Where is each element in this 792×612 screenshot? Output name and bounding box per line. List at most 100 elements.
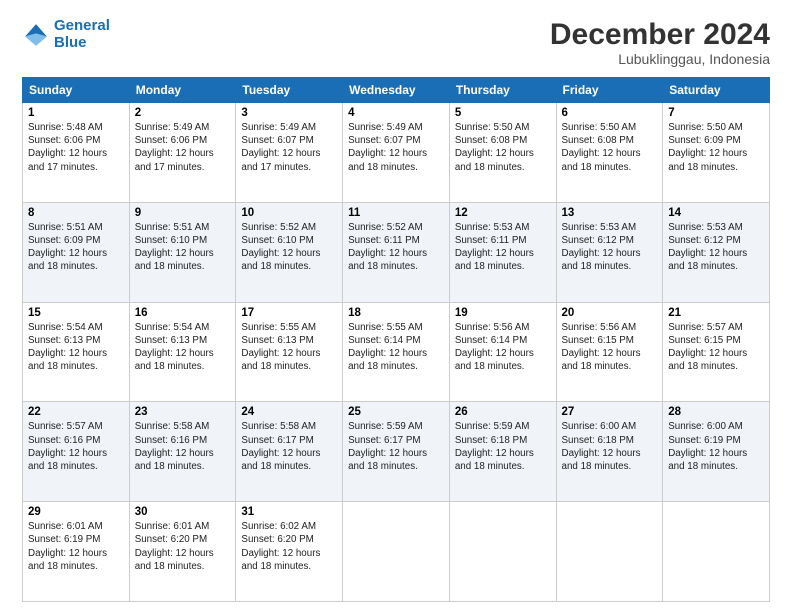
day-info: Sunrise: 5:57 AM Sunset: 6:15 PM Dayligh… (668, 321, 764, 374)
day-number: 20 (562, 307, 658, 319)
day-number: 7 (668, 107, 764, 119)
day-info: Sunrise: 5:50 AM Sunset: 6:08 PM Dayligh… (455, 121, 551, 174)
day-number: 19 (455, 307, 551, 319)
calendar-day-header: Monday (129, 78, 236, 103)
calendar-cell: 13 Sunrise: 5:53 AM Sunset: 6:12 PM Dayli… (556, 202, 663, 302)
day-number: 9 (135, 207, 231, 219)
day-number: 13 (562, 207, 658, 219)
day-info: Sunrise: 5:49 AM Sunset: 6:07 PM Dayligh… (348, 121, 444, 174)
calendar-day-header: Sunday (23, 78, 130, 103)
calendar-cell: 8 Sunrise: 5:51 AM Sunset: 6:09 PM Daylig… (23, 202, 130, 302)
calendar-cell: 26 Sunrise: 5:59 AM Sunset: 6:18 PM Dayli… (449, 402, 556, 502)
day-number: 6 (562, 107, 658, 119)
calendar-cell: 22 Sunrise: 5:57 AM Sunset: 6:16 PM Dayli… (23, 402, 130, 502)
calendar-cell: 5 Sunrise: 5:50 AM Sunset: 6:08 PM Daylig… (449, 103, 556, 203)
day-number: 16 (135, 307, 231, 319)
day-info: Sunrise: 5:58 AM Sunset: 6:16 PM Dayligh… (135, 420, 231, 473)
day-info: Sunrise: 6:00 AM Sunset: 6:19 PM Dayligh… (668, 420, 764, 473)
calendar-cell: 21 Sunrise: 5:57 AM Sunset: 6:15 PM Dayli… (663, 302, 770, 402)
day-number: 21 (668, 307, 764, 319)
day-number: 29 (28, 506, 124, 518)
calendar-cell: 6 Sunrise: 5:50 AM Sunset: 6:08 PM Daylig… (556, 103, 663, 203)
day-number: 28 (668, 406, 764, 418)
day-number: 1 (28, 107, 124, 119)
calendar-cell: 3 Sunrise: 5:49 AM Sunset: 6:07 PM Daylig… (236, 103, 343, 203)
day-info: Sunrise: 5:50 AM Sunset: 6:08 PM Dayligh… (562, 121, 658, 174)
day-info: Sunrise: 5:56 AM Sunset: 6:15 PM Dayligh… (562, 321, 658, 374)
day-number: 25 (348, 406, 444, 418)
day-number: 8 (28, 207, 124, 219)
day-info: Sunrise: 6:00 AM Sunset: 6:18 PM Dayligh… (562, 420, 658, 473)
calendar-cell (343, 502, 450, 602)
main-title: December 2024 (550, 18, 770, 51)
calendar-cell: 25 Sunrise: 5:59 AM Sunset: 6:17 PM Dayli… (343, 402, 450, 502)
logo-general: General (54, 17, 110, 34)
day-info: Sunrise: 5:54 AM Sunset: 6:13 PM Dayligh… (135, 321, 231, 374)
calendar-cell: 31Sunrise: 6:02 AM Sunset: 6:20 PM Dayli… (236, 502, 343, 602)
day-info: Sunrise: 5:58 AM Sunset: 6:17 PM Dayligh… (241, 420, 337, 473)
calendar-cell: 20 Sunrise: 5:56 AM Sunset: 6:15 PM Dayli… (556, 302, 663, 402)
day-info: Sunrise: 5:51 AM Sunset: 6:10 PM Dayligh… (135, 221, 231, 274)
calendar-cell: 14Sunrise: 5:53 AM Sunset: 6:12 PM Dayli… (663, 202, 770, 302)
day-number: 27 (562, 406, 658, 418)
calendar-week-row: 22 Sunrise: 5:57 AM Sunset: 6:16 PM Dayli… (23, 402, 770, 502)
day-info: Sunrise: 5:53 AM Sunset: 6:11 PM Dayligh… (455, 221, 551, 274)
calendar-cell: 4 Sunrise: 5:49 AM Sunset: 6:07 PM Daylig… (343, 103, 450, 203)
logo-icon (22, 21, 50, 49)
calendar-cell: 11Sunrise: 5:52 AM Sunset: 6:11 PM Dayli… (343, 202, 450, 302)
calendar-cell: 1 Sunrise: 5:48 AM Sunset: 6:06 PM Daylig… (23, 103, 130, 203)
calendar-cell: 18Sunrise: 5:55 AM Sunset: 6:14 PM Dayli… (343, 302, 450, 402)
calendar-cell: 28 Sunrise: 6:00 AM Sunset: 6:19 PM Dayli… (663, 402, 770, 502)
day-number: 30 (135, 506, 231, 518)
day-info: Sunrise: 5:59 AM Sunset: 6:17 PM Dayligh… (348, 420, 444, 473)
day-info: Sunrise: 5:55 AM Sunset: 6:14 PM Dayligh… (348, 321, 444, 374)
day-number: 11 (348, 207, 444, 219)
day-info: Sunrise: 5:52 AM Sunset: 6:10 PM Dayligh… (241, 221, 337, 274)
day-number: 22 (28, 406, 124, 418)
calendar-cell: 27 Sunrise: 6:00 AM Sunset: 6:18 PM Dayli… (556, 402, 663, 502)
day-info: Sunrise: 5:59 AM Sunset: 6:18 PM Dayligh… (455, 420, 551, 473)
calendar-cell: 17 Sunrise: 5:55 AM Sunset: 6:13 PM Dayli… (236, 302, 343, 402)
day-info: Sunrise: 6:01 AM Sunset: 6:19 PM Dayligh… (28, 520, 124, 573)
day-info: Sunrise: 5:49 AM Sunset: 6:06 PM Dayligh… (135, 121, 231, 174)
day-info: Sunrise: 5:51 AM Sunset: 6:09 PM Dayligh… (28, 221, 124, 274)
calendar-cell: 24Sunrise: 5:58 AM Sunset: 6:17 PM Dayli… (236, 402, 343, 502)
day-info: Sunrise: 6:01 AM Sunset: 6:20 PM Dayligh… (135, 520, 231, 573)
day-number: 14 (668, 207, 764, 219)
day-number: 5 (455, 107, 551, 119)
calendar-cell (449, 502, 556, 602)
calendar-table: SundayMondayTuesdayWednesdayThursdayFrid… (22, 77, 770, 602)
logo-text: General Blue (54, 18, 110, 51)
calendar-header-row: SundayMondayTuesdayWednesdayThursdayFrid… (23, 78, 770, 103)
day-number: 17 (241, 307, 337, 319)
calendar-cell (556, 502, 663, 602)
calendar-week-row: 1 Sunrise: 5:48 AM Sunset: 6:06 PM Daylig… (23, 103, 770, 203)
calendar-cell: 23Sunrise: 5:58 AM Sunset: 6:16 PM Dayli… (129, 402, 236, 502)
day-info: Sunrise: 5:55 AM Sunset: 6:13 PM Dayligh… (241, 321, 337, 374)
calendar-cell: 15Sunrise: 5:54 AM Sunset: 6:13 PM Dayli… (23, 302, 130, 402)
calendar-day-header: Friday (556, 78, 663, 103)
calendar-cell: 7 Sunrise: 5:50 AM Sunset: 6:09 PM Daylig… (663, 103, 770, 203)
page: General Blue December 2024 Lubuklinggau,… (0, 0, 792, 612)
day-number: 3 (241, 107, 337, 119)
calendar-week-row: 29 Sunrise: 6:01 AM Sunset: 6:19 PM Dayli… (23, 502, 770, 602)
day-number: 26 (455, 406, 551, 418)
day-info: Sunrise: 5:48 AM Sunset: 6:06 PM Dayligh… (28, 121, 124, 174)
calendar-week-row: 8 Sunrise: 5:51 AM Sunset: 6:09 PM Daylig… (23, 202, 770, 302)
calendar-cell: 2Sunrise: 5:49 AM Sunset: 6:06 PM Daylig… (129, 103, 236, 203)
calendar-day-header: Thursday (449, 78, 556, 103)
logo: General Blue (22, 18, 110, 51)
day-info: Sunrise: 5:50 AM Sunset: 6:09 PM Dayligh… (668, 121, 764, 174)
calendar-cell: 30 Sunrise: 6:01 AM Sunset: 6:20 PM Dayli… (129, 502, 236, 602)
calendar-cell: 10Sunrise: 5:52 AM Sunset: 6:10 PM Dayli… (236, 202, 343, 302)
header: General Blue December 2024 Lubuklinggau,… (22, 18, 770, 67)
calendar-cell (663, 502, 770, 602)
logo-blue: Blue (54, 34, 87, 51)
calendar-cell: 19Sunrise: 5:56 AM Sunset: 6:14 PM Dayli… (449, 302, 556, 402)
day-info: Sunrise: 5:54 AM Sunset: 6:13 PM Dayligh… (28, 321, 124, 374)
day-info: Sunrise: 5:49 AM Sunset: 6:07 PM Dayligh… (241, 121, 337, 174)
day-info: Sunrise: 5:53 AM Sunset: 6:12 PM Dayligh… (562, 221, 658, 274)
day-number: 4 (348, 107, 444, 119)
day-info: Sunrise: 5:57 AM Sunset: 6:16 PM Dayligh… (28, 420, 124, 473)
subtitle: Lubuklinggau, Indonesia (550, 51, 770, 67)
